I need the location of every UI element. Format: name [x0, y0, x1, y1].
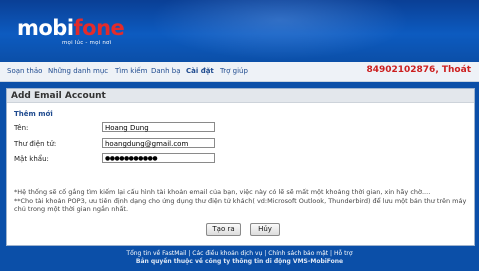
- email-field[interactable]: hoangdung@gmail.com: [102, 138, 215, 148]
- footer-link-support[interactable]: Hỗ trợ: [334, 250, 353, 257]
- name-label: Tên:: [14, 124, 29, 132]
- nav-item-compose[interactable]: Soạn thảo: [7, 67, 42, 75]
- nav-item-folders[interactable]: Những danh mục: [48, 67, 108, 75]
- nav-item-settings[interactable]: Cài đặt: [186, 67, 214, 75]
- logo-tagline: mọi lúc - mọi nơi: [62, 40, 112, 46]
- site-header: mobifone mọi lúc - mọi nơi: [0, 0, 479, 62]
- add-email-account-panel: Add Email Account Thêm mới Tên: Hoang Du…: [6, 88, 475, 246]
- search-note: *Hệ thống sẽ cố gắng tìm kiếm lại cấu hì…: [14, 188, 431, 196]
- account-info: 84902102876, Thoát: [366, 65, 471, 75]
- nav-item-contacts[interactable]: Danh bạ: [151, 67, 181, 75]
- footer-links: Tổng tin về FastMail | Các điều khoản dị…: [126, 250, 353, 257]
- nav-item-help[interactable]: Trợ giúp: [220, 67, 248, 75]
- header-glow: [150, 0, 410, 60]
- phone-number: 84902102876: [366, 65, 436, 75]
- create-button[interactable]: Tạo ra: [206, 223, 241, 236]
- name-field[interactable]: Hoang Dung: [102, 122, 215, 132]
- email-label: Thư điện tử:: [14, 140, 57, 148]
- section-title: Thêm mới: [14, 110, 53, 118]
- cancel-button[interactable]: Hủy: [250, 223, 280, 236]
- panel-title: Add Email Account: [11, 91, 106, 101]
- password-label: Mật khẩu:: [14, 155, 49, 163]
- panel-header: Add Email Account: [7, 89, 474, 103]
- footer-link-terms[interactable]: Các điều khoản dịch vụ: [192, 250, 262, 257]
- mobifone-logo[interactable]: mobifone: [17, 16, 125, 40]
- pop3-note: **Cho tài khoản POP3, ưu tiên định dạng …: [14, 197, 467, 213]
- copyright: Bản quyền thuộc về công ty thông tin di …: [135, 258, 344, 265]
- site-footer: Tổng tin về FastMail | Các điều khoản dị…: [0, 250, 479, 271]
- footer-link-about[interactable]: Tổng tin về FastMail: [126, 250, 186, 257]
- footer-link-privacy[interactable]: Chính sách bảo mật: [268, 250, 328, 257]
- nav-item-search[interactable]: Tìm kiếm: [115, 67, 147, 75]
- password-field[interactable]: ●●●●●●●●●●●: [102, 153, 215, 163]
- logout-link[interactable]: Thoát: [442, 65, 471, 75]
- main-nav: Soạn thảo Những danh mục Tìm kiếm Danh b…: [0, 62, 479, 82]
